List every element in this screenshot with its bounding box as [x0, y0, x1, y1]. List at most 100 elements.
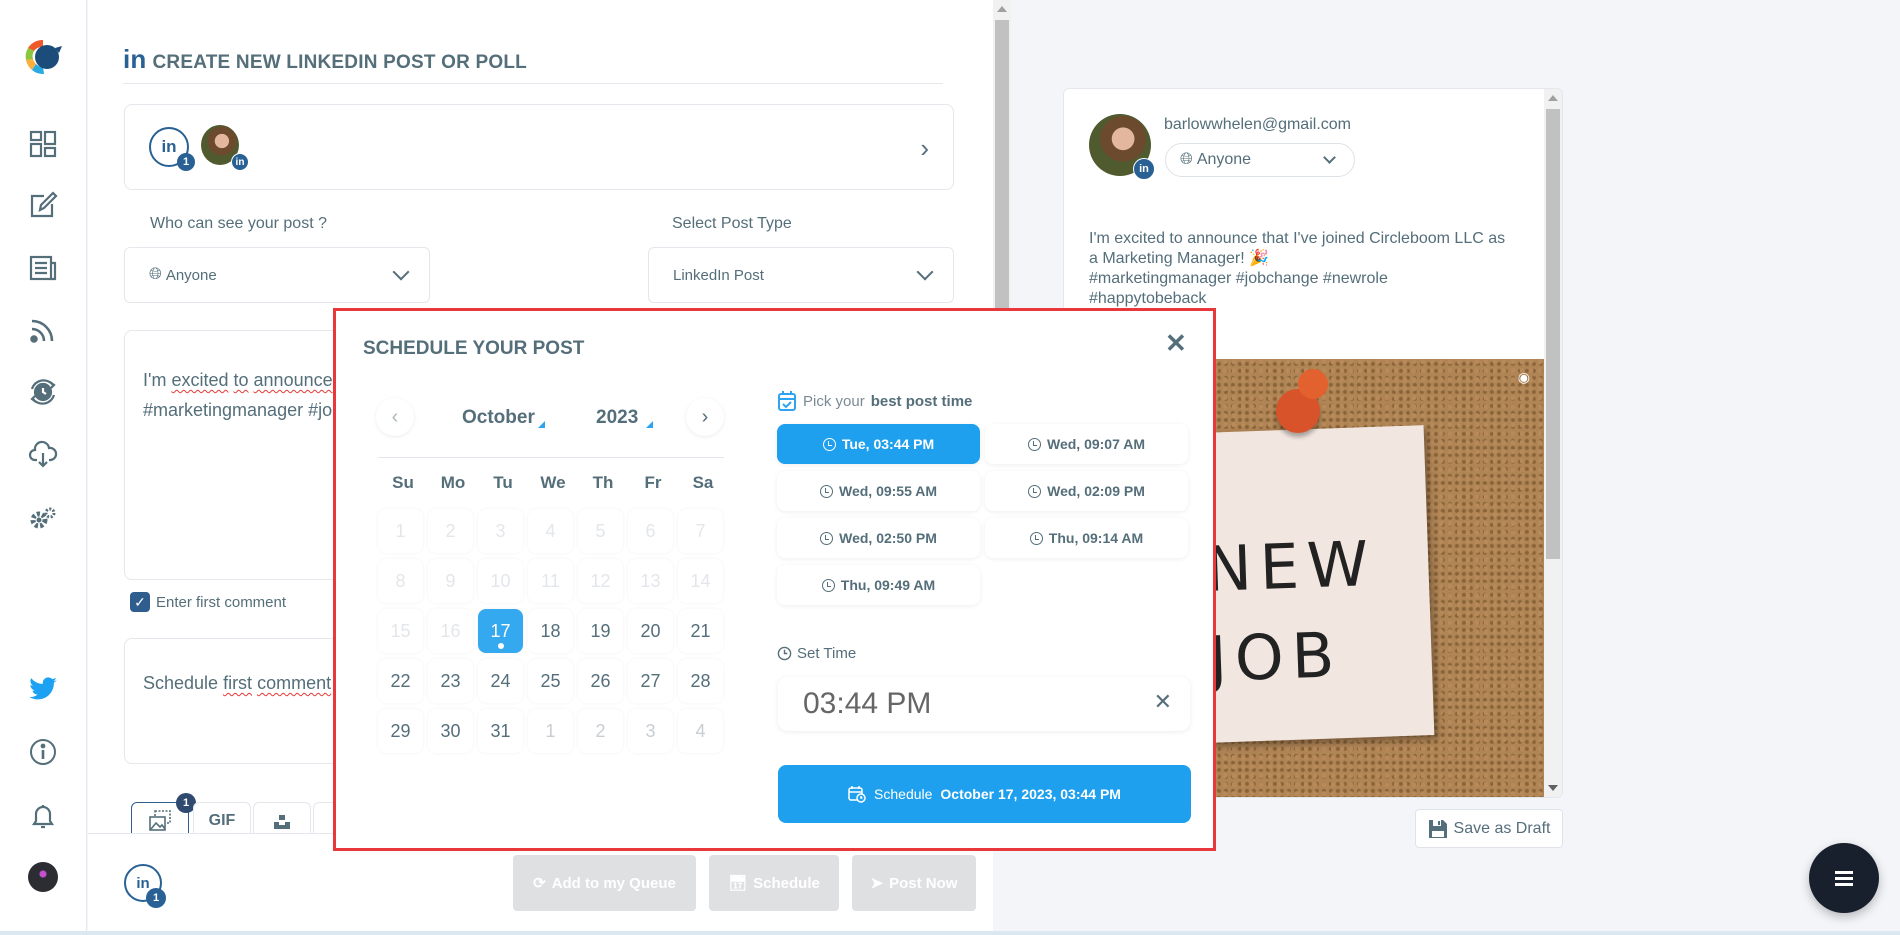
preview-scrollbar[interactable]	[1544, 89, 1562, 797]
time-slot-button[interactable]: Wed, 02:09 PM	[985, 471, 1188, 511]
globe-icon: 🌐︎	[149, 266, 162, 283]
linkedin-mini-icon: in	[1133, 158, 1155, 180]
menu-fab-button[interactable]	[1809, 843, 1879, 913]
edit-icon[interactable]	[27, 189, 59, 221]
time-slot-label: Wed, 02:50 PM	[839, 530, 937, 546]
close-icon[interactable]: ✕	[1165, 328, 1187, 359]
calendar-day[interactable]: 18	[528, 609, 573, 653]
calendar-day[interactable]: 21	[678, 609, 723, 653]
calendar-day: 7	[678, 509, 723, 553]
calendar-day: 4	[678, 709, 723, 753]
account-selector[interactable]: in 1 in ›	[124, 104, 954, 190]
scroll-up-arrow[interactable]	[1548, 95, 1558, 101]
calendar-day[interactable]: 22	[378, 659, 423, 703]
rss-icon[interactable]	[27, 314, 59, 346]
calendar-day[interactable]: 29	[378, 709, 423, 753]
chevron-right-icon[interactable]: ›	[920, 133, 929, 164]
save-as-draft-button[interactable]: Save as Draft	[1415, 809, 1563, 848]
sticky-note: NEW JOB	[1198, 425, 1435, 743]
globe-icon: 🌐︎	[1180, 151, 1193, 168]
account-avatar[interactable]: in	[201, 125, 249, 171]
calendar-day: 6	[628, 509, 673, 553]
main-scrollbar[interactable]	[993, 0, 1011, 310]
linkedin-account-icon[interactable]: in 1	[124, 864, 166, 908]
time-slot-button[interactable]: Thu, 09:14 AM	[985, 518, 1188, 558]
calendar-day[interactable]: 25	[528, 659, 573, 703]
send-icon: ➤	[870, 875, 884, 892]
next-month-button[interactable]: ›	[686, 398, 724, 436]
bell-icon[interactable]	[27, 799, 59, 831]
selected-count-badge: 1	[177, 153, 195, 171]
weekday-label: Fr	[644, 473, 662, 492]
calendar-day[interactable]: 31	[478, 709, 523, 753]
calendar-day[interactable]: 24	[478, 659, 523, 703]
post-now-button[interactable]: ➤ Post Now	[852, 855, 976, 911]
unsplash-icon	[274, 814, 290, 829]
page-title-text: CREATE NEW LINKEDIN POST OR POLL	[152, 52, 527, 73]
time-input[interactable]: 03:44 PM ✕	[778, 677, 1190, 731]
time-slot-label: Thu, 09:49 AM	[840, 577, 936, 593]
settings-icon[interactable]	[27, 502, 59, 534]
weekday-label: Th	[592, 473, 614, 492]
preview-visibility-select[interactable]: 🌐︎ Anyone	[1165, 143, 1355, 177]
queue-schedule-icon[interactable]	[27, 376, 59, 408]
set-time-label: Set Time	[777, 645, 856, 662]
weekday-label: Su	[392, 473, 414, 492]
month-dropdown-icon	[538, 421, 545, 428]
account-count-badge: 1	[146, 888, 166, 908]
calendar-check-icon	[778, 391, 796, 411]
add-to-queue-button[interactable]: ⟳ Add to my Queue	[513, 855, 696, 911]
twitter-icon[interactable]	[27, 673, 59, 705]
chevron-down-icon	[1323, 151, 1336, 164]
info-icon[interactable]	[27, 736, 59, 768]
time-slot-button[interactable]: Wed, 09:55 AM	[777, 471, 980, 511]
calendar-day: 2	[428, 509, 473, 553]
post-type-select[interactable]: LinkedIn Post	[648, 247, 954, 303]
calendar-divider	[378, 457, 724, 458]
calendar-day: 9	[428, 559, 473, 603]
user-avatar[interactable]	[27, 861, 59, 893]
time-slot-button[interactable]: Tue, 03:44 PM	[777, 424, 980, 464]
circleboom-logo[interactable]	[22, 36, 64, 78]
cloud-download-icon[interactable]	[27, 439, 59, 471]
calendar-day: 5	[578, 509, 623, 553]
preview-image[interactable]: NEW JOB ◉	[1198, 359, 1544, 797]
time-slot-button[interactable]: Wed, 09:07 AM	[985, 424, 1188, 464]
dashboard-icon[interactable]	[27, 128, 59, 160]
time-slot-button[interactable]: Thu, 09:49 AM	[777, 565, 980, 605]
calendar-day[interactable]: 19	[578, 609, 623, 653]
scroll-up-arrow[interactable]	[997, 6, 1007, 12]
time-slot-button[interactable]: Wed, 02:50 PM	[777, 518, 980, 558]
linkedin-accounts-icon[interactable]: in 1	[149, 127, 195, 171]
time-slot-label: Wed, 09:07 AM	[1046, 436, 1146, 452]
year-select[interactable]: 2023	[596, 407, 653, 429]
scrollbar-thumb[interactable]	[1546, 109, 1560, 559]
post-type-label: Select Post Type	[672, 215, 792, 232]
clock-icon	[1029, 531, 1043, 545]
calendar-day[interactable]: 27	[628, 659, 673, 703]
weekday-label: Mo	[440, 473, 466, 492]
calendar-day[interactable]: 23	[428, 659, 473, 703]
month-select[interactable]: October	[462, 407, 545, 429]
calendar-day[interactable]: 28	[678, 659, 723, 703]
eye-icon[interactable]: ◉	[1518, 369, 1530, 386]
calendar-day[interactable]: 20	[628, 609, 673, 653]
clear-time-icon[interactable]: ✕	[1154, 689, 1172, 715]
scrollbar-thumb[interactable]	[995, 20, 1009, 310]
preview-email: barlowwhelen@gmail.com	[1164, 116, 1351, 133]
scroll-down-arrow[interactable]	[1548, 785, 1558, 791]
confirm-schedule-button[interactable]: Schedule October 17, 2023, 03:44 PM	[778, 765, 1191, 823]
visibility-select[interactable]: 🌐︎ Anyone	[124, 247, 430, 303]
articles-icon[interactable]	[27, 252, 59, 284]
sidebar	[0, 0, 87, 935]
checkmark-icon[interactable]: ✓	[130, 592, 150, 612]
calendar-day-selected[interactable]: 17	[478, 609, 523, 653]
prev-month-button[interactable]: ‹	[376, 398, 414, 436]
calendar-day[interactable]: 30	[428, 709, 473, 753]
calendar-day: 11	[528, 559, 573, 603]
calendar-day[interactable]: 26	[578, 659, 623, 703]
schedule-button[interactable]: 📅︎ Schedule	[709, 855, 839, 911]
linkedin-brand-icon: in	[123, 44, 147, 74]
first-comment-checkbox[interactable]: ✓ Enter first comment	[130, 592, 286, 612]
clock-icon	[820, 531, 834, 545]
